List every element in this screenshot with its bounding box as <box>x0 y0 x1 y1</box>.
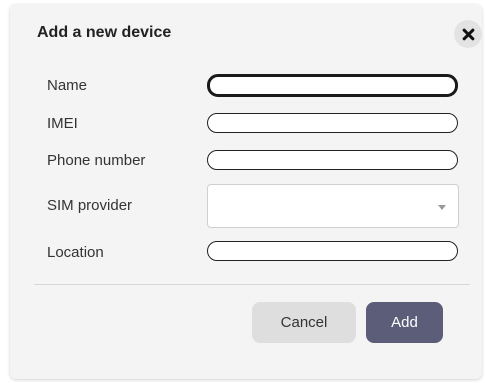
dialog-title: Add a new device <box>37 24 172 41</box>
location-input[interactable] <box>207 241 458 261</box>
cancel-button[interactable]: Cancel <box>252 302 356 343</box>
phone-number-input[interactable] <box>207 150 458 170</box>
imei-input[interactable] <box>207 113 458 133</box>
add-button[interactable]: Add <box>366 302 443 343</box>
chevron-down-icon <box>438 205 446 210</box>
divider <box>34 284 470 285</box>
close-icon <box>462 28 474 40</box>
sim-provider-label: SIM provider <box>47 197 133 214</box>
name-label: Name <box>47 77 88 94</box>
close-button[interactable] <box>454 20 482 48</box>
phone-number-label: Phone number <box>47 152 146 169</box>
name-input[interactable] <box>207 74 458 97</box>
location-label: Location <box>47 244 104 261</box>
imei-label: IMEI <box>47 115 78 132</box>
add-device-dialog: Add a new device Name IMEI Phone number … <box>10 4 482 379</box>
sim-provider-select[interactable] <box>207 184 459 228</box>
